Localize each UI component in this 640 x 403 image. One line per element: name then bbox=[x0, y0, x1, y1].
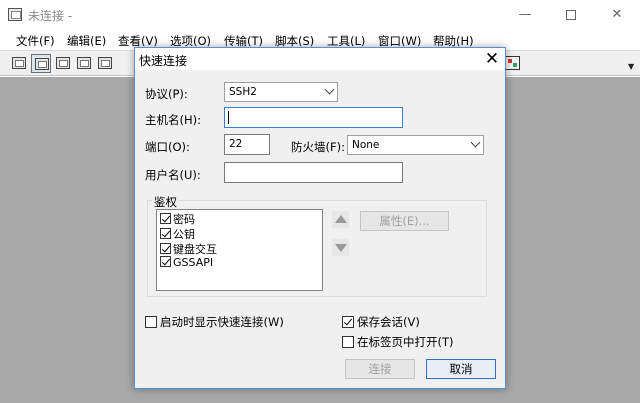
auth-method-keyboard-interactive[interactable]: 键盘交互 bbox=[160, 241, 217, 256]
text-caret bbox=[228, 111, 229, 124]
maximize-button[interactable] bbox=[548, 0, 594, 30]
protocol-label: 协议(P): bbox=[145, 87, 188, 101]
dialog-title: 快速连接 bbox=[139, 54, 188, 68]
menu-edit[interactable]: 编辑(E) bbox=[67, 33, 106, 49]
disconnect-button[interactable] bbox=[95, 54, 115, 73]
auth-method-publickey[interactable]: 公钥 bbox=[160, 226, 195, 241]
disconnect-icon bbox=[98, 57, 112, 69]
firewall-label: 防火墙(F): bbox=[291, 140, 345, 154]
connect-in-tab-icon bbox=[56, 57, 70, 69]
port-label: 端口(O): bbox=[145, 140, 190, 154]
palette-icon[interactable] bbox=[505, 56, 520, 70]
hostname-label: 主机名(H): bbox=[145, 113, 201, 127]
checkbox[interactable] bbox=[342, 316, 354, 328]
chevron-down-icon bbox=[324, 84, 335, 95]
open-in-tab-checkbox[interactable]: 在标签页中打开(T) bbox=[342, 334, 454, 350]
show-on-startup-checkbox[interactable]: 启动时显示快速连接(W) bbox=[145, 314, 284, 330]
protocol-value: SSH2 bbox=[229, 86, 257, 98]
checkbox[interactable] bbox=[145, 316, 157, 328]
checkbox[interactable] bbox=[342, 336, 354, 348]
username-input[interactable] bbox=[224, 162, 403, 183]
chevron-down-icon bbox=[470, 137, 481, 148]
save-session-checkbox[interactable]: 保存会话(V) bbox=[342, 314, 420, 330]
firewall-select[interactable]: None bbox=[347, 135, 484, 155]
close-button[interactable]: ✕ bbox=[594, 0, 640, 30]
app-icon bbox=[8, 8, 22, 21]
hostname-input[interactable] bbox=[224, 107, 403, 128]
properties-button[interactable]: 属性(E)... bbox=[360, 211, 449, 231]
move-up-button[interactable] bbox=[332, 211, 349, 228]
minimize-button[interactable]: — bbox=[502, 0, 548, 30]
quick-connect-button[interactable] bbox=[31, 54, 51, 73]
title-bar: 未连接 - — ✕ bbox=[0, 0, 640, 30]
connect-button[interactable] bbox=[9, 54, 29, 73]
menu-file[interactable]: 文件(F) bbox=[16, 33, 55, 49]
firewall-value: None bbox=[352, 139, 380, 151]
connect-icon bbox=[12, 57, 26, 69]
arrow-up-icon bbox=[335, 215, 347, 223]
maximize-icon bbox=[566, 9, 576, 20]
reconnect-button[interactable] bbox=[74, 54, 94, 73]
checkbox[interactable] bbox=[160, 256, 171, 267]
checkbox[interactable] bbox=[160, 228, 171, 239]
move-down-button[interactable] bbox=[332, 239, 349, 256]
quick-connect-dialog: 快速连接 ✕ 协议(P): SSH2 主机名(H): 端口(O): 22 防火墙… bbox=[134, 47, 506, 389]
dialog-title-bar: 快速连接 ✕ bbox=[135, 48, 505, 70]
toolbar-overflow-icon[interactable]: ▼ bbox=[628, 62, 634, 71]
reconnect-icon bbox=[77, 57, 91, 69]
auth-method-password[interactable]: 密码 bbox=[160, 211, 195, 226]
auth-group-label: 鉴权 bbox=[152, 194, 179, 210]
dialog-close-button[interactable]: ✕ bbox=[479, 48, 505, 70]
connect-in-tab-button[interactable] bbox=[53, 54, 73, 73]
protocol-select[interactable]: SSH2 bbox=[224, 82, 338, 102]
arrow-down-icon bbox=[335, 244, 347, 252]
connect-button-dialog[interactable]: 连接 bbox=[345, 359, 415, 379]
quick-connect-icon bbox=[35, 58, 49, 70]
auth-method-gssapi[interactable]: GSSAPI bbox=[160, 256, 213, 271]
window-title: 未连接 - bbox=[28, 9, 73, 23]
port-input[interactable]: 22 bbox=[224, 134, 270, 155]
checkbox[interactable] bbox=[160, 243, 171, 254]
auth-methods-list[interactable]: 密码 公钥 键盘交互 GSSAPI bbox=[156, 209, 323, 291]
checkbox[interactable] bbox=[160, 213, 171, 224]
username-label: 用户名(U): bbox=[145, 168, 201, 182]
port-value: 22 bbox=[229, 138, 243, 150]
cancel-button[interactable]: 取消 bbox=[426, 359, 496, 379]
